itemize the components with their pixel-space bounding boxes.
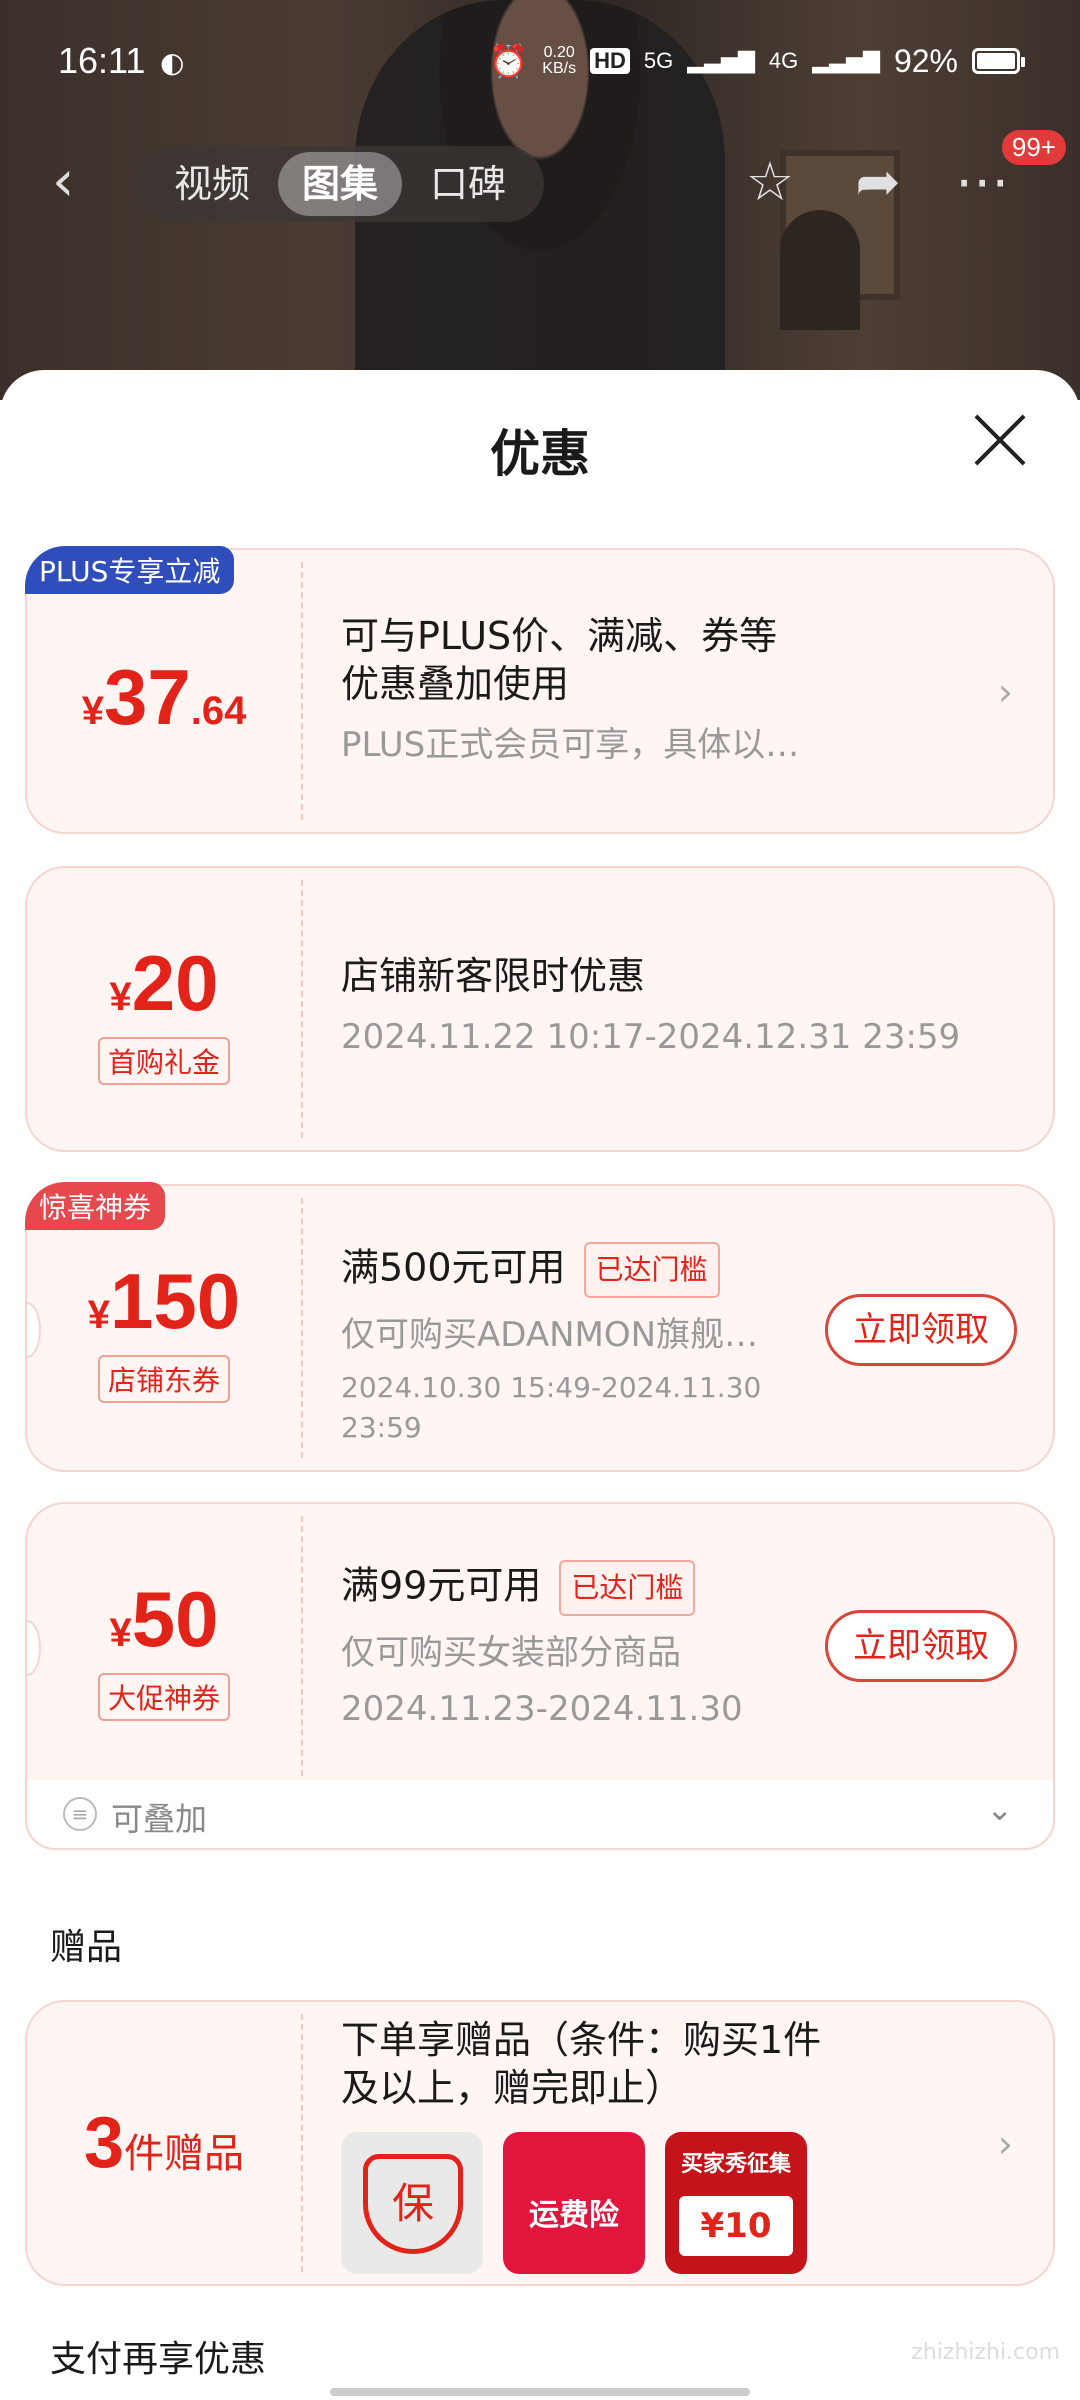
card-divider (301, 562, 303, 820)
gift-condition: 下单享赠品（条件：购买1件 (341, 2018, 822, 2062)
coupon-amount: ¥37.64 (81, 653, 247, 741)
threshold-reached-badge: 已达门槛 (559, 1560, 696, 1616)
coupon-validity: 2024.11.22 10:17-2024.12.31 23:59 (341, 1017, 961, 1057)
more-badge: 99+ (1001, 130, 1066, 165)
plus-tag: PLUS专享立减 (25, 546, 235, 594)
coupon-validity: 2024.10.30 15:49-2024.11.30 23:59 (341, 1371, 762, 1444)
claim-button[interactable]: 立即领取 (825, 1294, 1017, 1366)
gift-buyer-show-thumb: 买家秀征集 ¥10 (665, 2132, 807, 2274)
coupon-info: 店铺新客限时优惠 2024.11.22 10:17-2024.12.31 23:… (341, 952, 1013, 1060)
status-time: 16:11 (58, 40, 146, 81)
app-notification-icon: ◐ (160, 46, 185, 79)
shield-icon: 保 (363, 2154, 463, 2254)
stackable-row[interactable]: ≡ 可叠加 ⌄ (25, 1780, 1055, 1850)
coupon-desc-line2: PLUS正式会员可享，具体以… (341, 725, 800, 765)
threshold-reached-badge: 已达门槛 (583, 1242, 720, 1298)
coupon-threshold: 满500元可用 已达门槛 (341, 1242, 793, 1298)
coupon-scope: 仅可购买女装部分商品 (341, 1633, 681, 1673)
gift-card[interactable]: 3件赠品 下单享赠品（条件：购买1件 及以上，赠完即止） 保 运费险 买家秀征集… (25, 2000, 1055, 2286)
gift-insurance-thumb: 保 (341, 2132, 483, 2274)
coupon-info: 满500元可用 已达门槛 仅可购买ADANMON旗舰… 2024.10.30 15… (341, 1242, 793, 1448)
media-tabs: 视频 图集 口碑 (136, 146, 545, 222)
chevron-right-icon[interactable]: › (998, 670, 1013, 714)
coupon-desc-line1: 可与PLUS价、满减、券等 (341, 614, 778, 658)
close-icon[interactable] (970, 410, 1030, 470)
pay-section-title: 支付再享优惠 (50, 2339, 267, 2380)
coupon-card-new-customer[interactable]: ¥20 首购礼金 店铺新客限时优惠 2024.11.22 10:17-2024.… (25, 866, 1055, 1152)
gift-count: 3件赠品 (83, 2103, 245, 2183)
coupon-type-tag: 大促神券 (97, 1673, 230, 1721)
coupon-validity: 2024.11.23-2024.11.30 (341, 1689, 743, 1729)
coupon-type-tag: 首购礼金 (97, 1037, 230, 1085)
star-icon[interactable]: ☆ (738, 150, 802, 214)
gift-condition-b: 及以上，赠完即止） (341, 2066, 684, 2110)
coupon-threshold: 满99元可用 已达门槛 (341, 1560, 793, 1616)
home-indicator[interactable] (330, 2388, 750, 2396)
back-arrow-icon[interactable]: ‹ (52, 154, 74, 210)
signal-4g: 4G (768, 48, 799, 73)
coupon-info: 可与PLUS价、满减、券等 优惠叠加使用 PLUS正式会员可享，具体以… (341, 612, 1013, 768)
coupon-scope: 仅可购买ADANMON旗舰… (341, 1315, 759, 1355)
coupon-type-tag: 店铺东券 (97, 1355, 230, 1403)
gifts-section-title: 赠品 (50, 1927, 123, 1968)
claim-button[interactable]: 立即领取 (825, 1610, 1017, 1682)
chevron-down-icon[interactable]: ⌄ (986, 1790, 1013, 1828)
top-nav: ‹ 视频 图集 口碑 ☆ ➦ ⋯ 99+ (0, 130, 1080, 232)
sheet-title: 优惠 (490, 425, 590, 483)
hd-icon: HD (590, 48, 630, 74)
tab-video[interactable]: 视频 (150, 152, 274, 216)
gift-voucher: ¥10 (679, 2196, 793, 2256)
alarm-icon: ⏰ (488, 43, 529, 79)
coupon-amount: ¥50 大促神券 (27, 1574, 301, 1721)
coupon-amount: ¥150 店铺东券 (27, 1256, 301, 1403)
coupon-title: 店铺新客限时优惠 (341, 954, 646, 998)
tab-reviews[interactable]: 口碑 (406, 152, 530, 216)
battery-percent: 92% (893, 42, 958, 79)
coupon-info: 满99元可用 已达门槛 仅可购买女装部分商品 2024.11.23-2024.11… (341, 1560, 793, 1732)
watermark: zhizhizhi.com (911, 2340, 1060, 2365)
card-divider (301, 880, 303, 1138)
gift-info: 下单享赠品（条件：购买1件 及以上，赠完即止） (341, 2016, 1013, 2112)
coupon-amount: ¥20 首购礼金 (27, 938, 301, 1085)
network-speed: 0.20 KB/s (542, 44, 577, 77)
coupon-card-150: ¥150 店铺东券 满500元可用 已达门槛 仅可购买ADANMON旗舰… 202… (25, 1184, 1055, 1472)
signal-bars-icon-2: ▂▃▅▇ (812, 48, 880, 73)
signal-bars-icon: ▂▃▅▇ (687, 48, 755, 73)
signal-5g: 5G (643, 48, 674, 73)
gift-shipping-insurance-thumb: 运费险 (503, 2132, 645, 2274)
surprise-tag: 惊喜神券 (25, 1182, 166, 1230)
coupon-card-50: ¥50 大促神券 满99元可用 已达门槛 仅可购买女装部分商品 2024.11.2… (25, 1502, 1055, 1788)
tab-gallery[interactable]: 图集 (278, 152, 403, 216)
share-icon[interactable]: ➦ (846, 150, 910, 214)
more-icon[interactable]: ⋯ (950, 150, 1014, 214)
card-divider (301, 1198, 303, 1458)
status-bar: 16:11 ◐ ⏰ 0.20 KB/s HD 5G ▂▃▅▇ 4G ▂▃▅▇ 92… (0, 0, 1080, 120)
stackable-label: 可叠加 (111, 1800, 208, 1838)
battery-icon (972, 48, 1025, 74)
coupon-desc-line1b: 优惠叠加使用 (341, 662, 570, 706)
stack-icon: ≡ (63, 1797, 97, 1831)
card-divider (301, 1516, 303, 1776)
chevron-right-icon[interactable]: › (998, 2122, 1013, 2166)
card-divider (301, 2014, 303, 2272)
